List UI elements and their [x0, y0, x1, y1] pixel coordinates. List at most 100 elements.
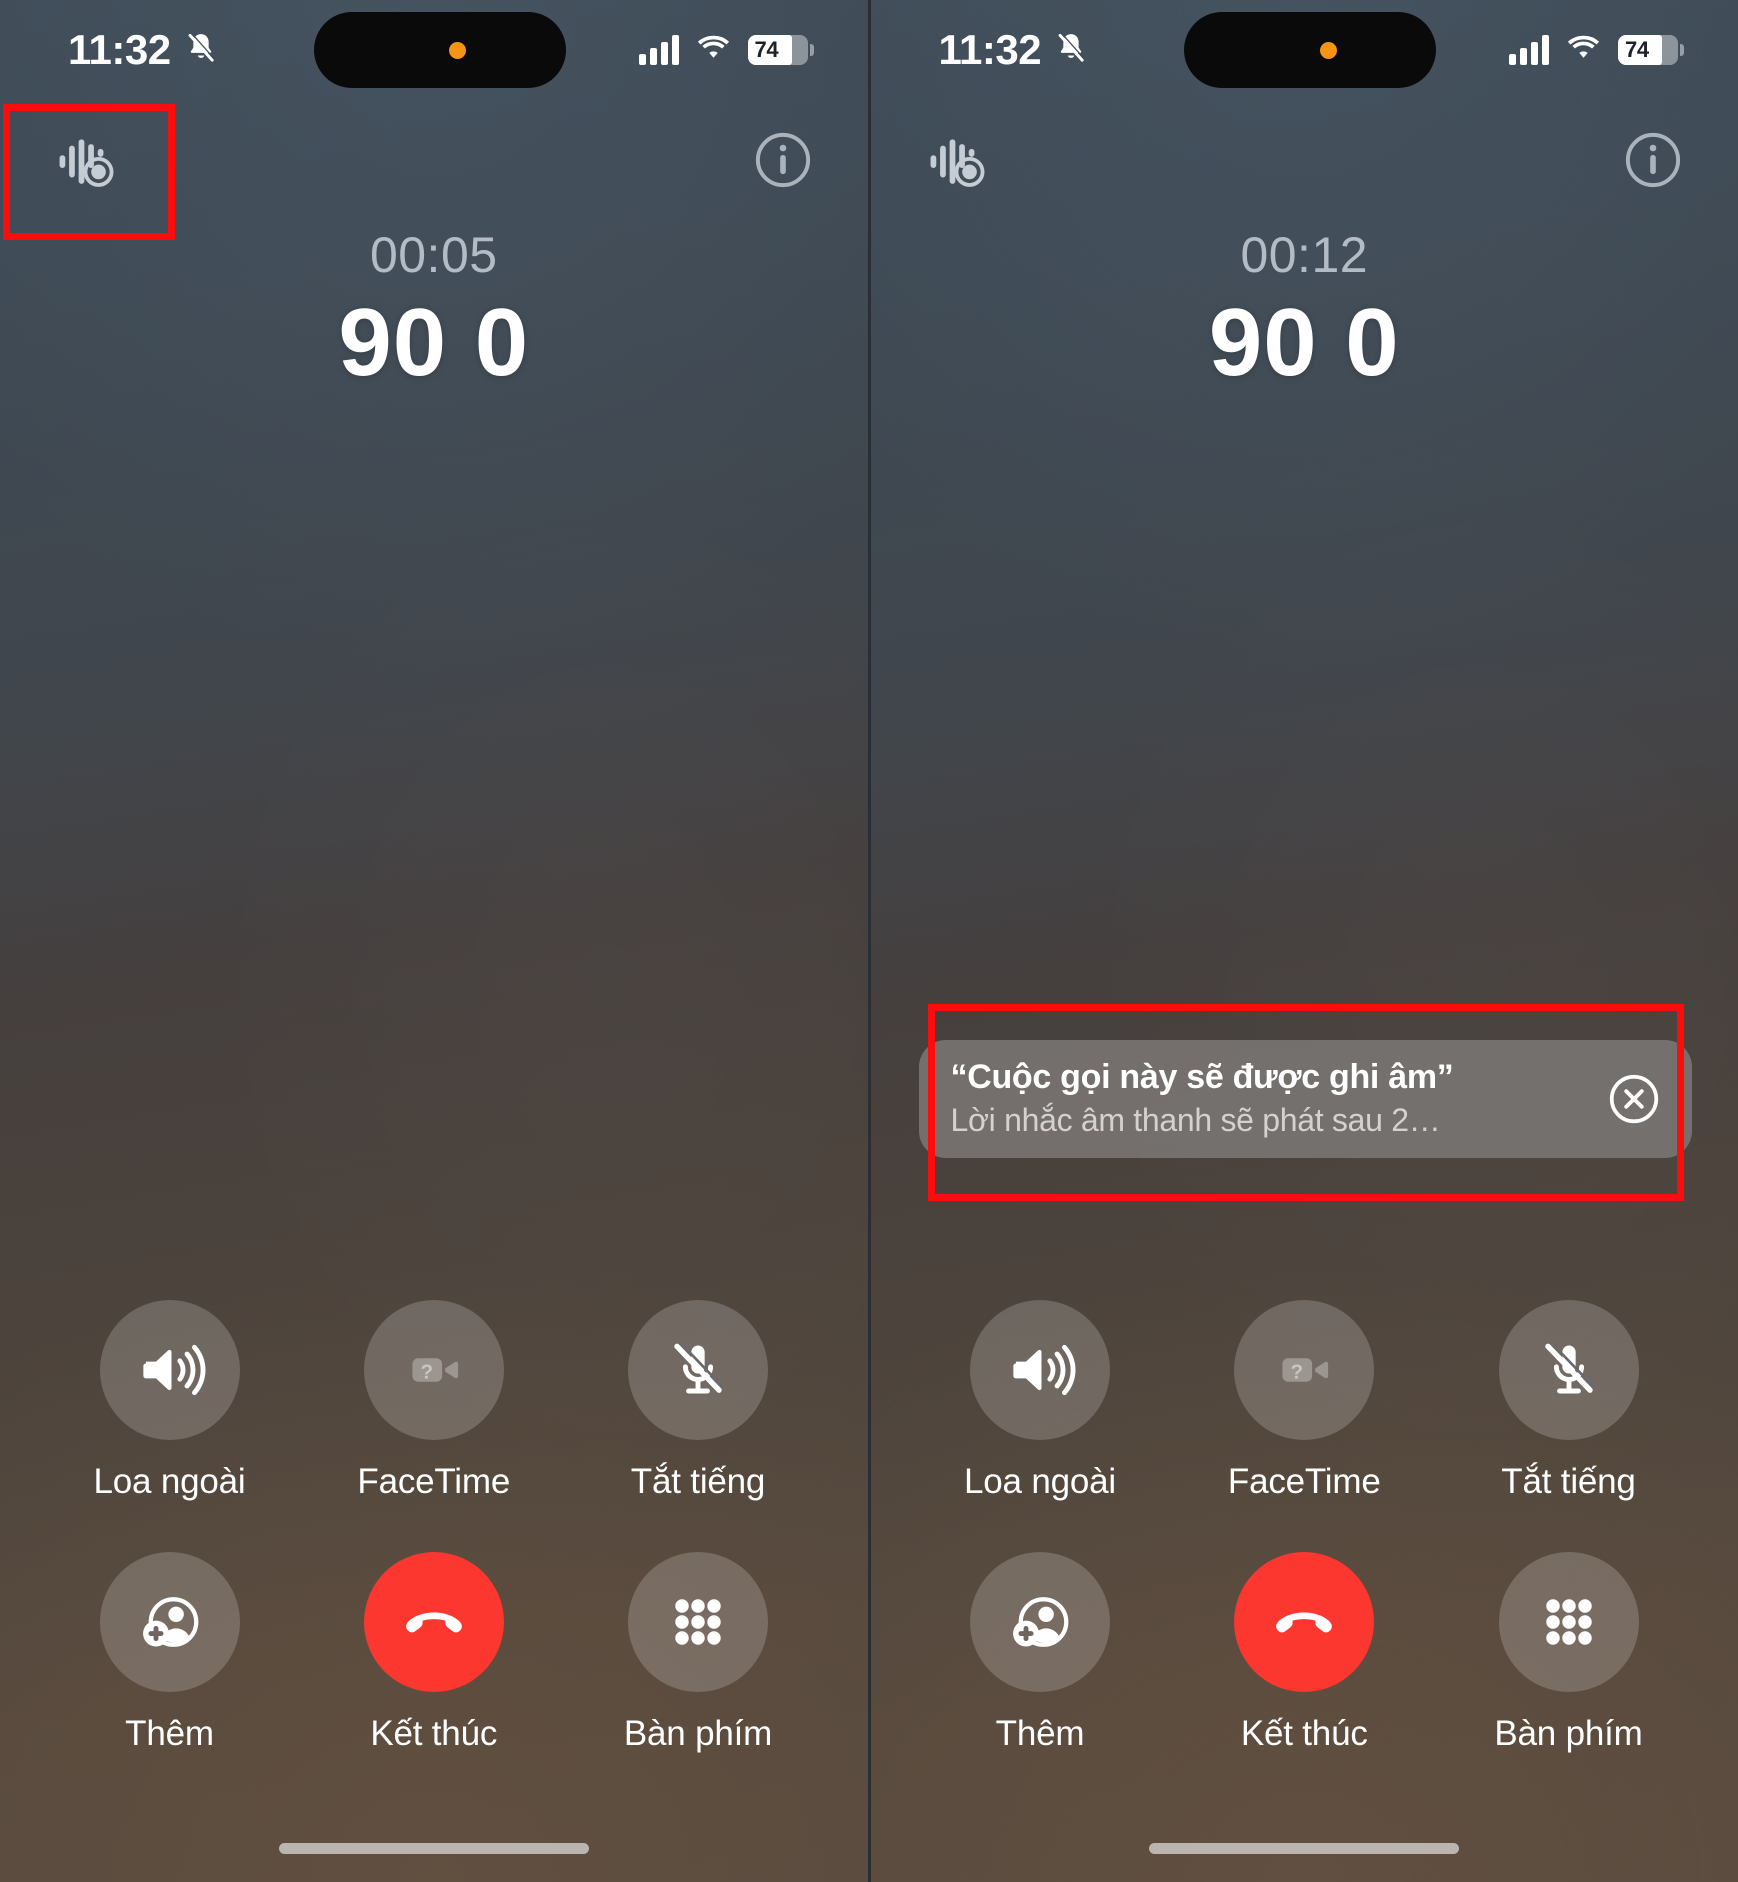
- facetime-video-unavailable-icon: ?: [412, 1358, 458, 1383]
- recording-announcement-toast[interactable]: “Cuộc gọi này sẽ được ghi âm” Lời nhắc â…: [918, 1040, 1692, 1158]
- speaker-button-circle[interactable]: [99, 1300, 240, 1440]
- speaker-waves-icon: [1013, 1344, 1076, 1396]
- add-contact-button-label: Thêm: [995, 1714, 1085, 1753]
- battery-indicator: 74: [1618, 35, 1684, 65]
- mute-button[interactable]: Tắt tiếng: [1461, 1300, 1676, 1502]
- mute-button-label: Tắt tiếng: [1501, 1462, 1636, 1501]
- bell-slash-icon: [184, 31, 218, 70]
- facetime-button-circle[interactable]: ?: [1234, 1300, 1375, 1440]
- home-indicator[interactable]: [278, 1843, 589, 1854]
- facetime-video-unavailable-icon: ?: [1282, 1358, 1329, 1383]
- add-contact-button-label: Thêm: [125, 1714, 214, 1753]
- cellular-signal-icon: [1509, 35, 1549, 65]
- end-call-button[interactable]: Kết thúc: [326, 1552, 541, 1754]
- keypad-button-circle[interactable]: [628, 1552, 768, 1692]
- status-time: 11:32: [938, 26, 1042, 73]
- call-controls-row-1: Loa ngoài ? FaceTime Tắt tiếng: [62, 1300, 806, 1502]
- call-controls-row-2: Thêm Kết thúc Bàn phím: [62, 1552, 806, 1754]
- battery-cap: [809, 44, 814, 56]
- battery-percent-label: 74: [754, 37, 779, 62]
- mute-button[interactable]: Tắt tiếng: [591, 1300, 806, 1502]
- dynamic-island: [313, 12, 566, 88]
- bell-slash-icon: [1054, 31, 1088, 70]
- keypad-button-circle[interactable]: [1498, 1552, 1639, 1692]
- status-time: 11:32: [68, 26, 171, 73]
- microphone-slash-icon: [1544, 1341, 1595, 1394]
- call-header-right: 00:12 90 0: [871, 228, 1738, 394]
- call-controls-row-2: Thêm Kết thúc Bàn phím: [933, 1552, 1677, 1754]
- end-call-button-circle[interactable]: [1234, 1552, 1375, 1692]
- call-top-row-right: [871, 108, 1738, 212]
- keypad-button[interactable]: Bàn phím: [1461, 1552, 1676, 1754]
- status-bar-left-group: 11:32: [909, 29, 1159, 71]
- toast-subtitle: Lời nhắc âm thanh sẽ phát sau 2…: [950, 1101, 1441, 1138]
- svg-text:?: ?: [420, 1360, 433, 1383]
- mute-button-label: Tắt tiếng: [630, 1462, 766, 1501]
- speaker-button[interactable]: Loa ngoài: [62, 1300, 277, 1502]
- call-duration: 00:05: [369, 227, 498, 283]
- cellular-signal-icon: [638, 35, 679, 65]
- facetime-button[interactable]: ? FaceTime: [1197, 1300, 1412, 1502]
- keypad-grid-icon: [1545, 1599, 1592, 1645]
- facetime-button[interactable]: ? FaceTime: [326, 1300, 541, 1502]
- microphone-slash-icon: [674, 1341, 724, 1394]
- info-circle-icon[interactable]: [1620, 127, 1686, 193]
- mute-button-circle[interactable]: [1498, 1300, 1639, 1440]
- status-bar-left-group: 11:32: [38, 29, 288, 71]
- recording-active-dot: [449, 41, 467, 59]
- end-call-button-label: Kết thúc: [370, 1714, 498, 1753]
- status-bar-right-group: 74: [588, 34, 830, 66]
- recording-active-dot: [1319, 41, 1337, 59]
- call-controls-row-1: Loa ngoài ? FaceTime Tắt tiếng: [933, 1300, 1677, 1502]
- keypad-button-label: Bàn phím: [623, 1714, 773, 1753]
- phone-screen-right: 11:32 74 00:12 90 0 “Cuộc gọi này sẽ đượ…: [870, 0, 1738, 1882]
- end-call-handset-icon: [1276, 1612, 1333, 1633]
- battery-cap: [1680, 44, 1684, 56]
- call-header-left: 00:05 90 0: [0, 228, 868, 394]
- add-contact-button[interactable]: Thêm: [62, 1552, 277, 1754]
- end-call-button[interactable]: Kết thúc: [1197, 1552, 1412, 1754]
- status-bar-right: 11:32 74: [871, 0, 1738, 100]
- battery-percent-label: 74: [1625, 37, 1649, 62]
- status-bar-left: 11:32 74: [0, 0, 868, 100]
- speaker-button-label: Loa ngoài: [964, 1462, 1116, 1501]
- speaker-waves-icon: [142, 1344, 205, 1396]
- call-phone-number: 90 0: [1208, 289, 1400, 396]
- add-contact-button-circle[interactable]: [970, 1552, 1110, 1692]
- facetime-button-circle[interactable]: ?: [363, 1300, 504, 1440]
- wifi-icon: [695, 34, 732, 66]
- speaker-button-label: Loa ngoài: [93, 1462, 246, 1501]
- mute-button-circle[interactable]: [628, 1300, 768, 1440]
- wifi-icon: [1565, 34, 1602, 66]
- end-call-handset-icon: [405, 1612, 462, 1633]
- end-call-button-label: Kết thúc: [1240, 1714, 1368, 1753]
- svg-text:?: ?: [1291, 1360, 1304, 1383]
- keypad-grid-icon: [675, 1599, 721, 1645]
- facetime-button-label: FaceTime: [357, 1462, 511, 1501]
- call-recording-waveform-icon[interactable]: [46, 121, 124, 199]
- dynamic-island: [1184, 12, 1437, 88]
- home-indicator[interactable]: [1149, 1843, 1460, 1854]
- toast-title: “Cuộc gọi này sẽ được ghi âm”: [950, 1058, 1454, 1097]
- end-call-button-circle[interactable]: [363, 1552, 504, 1692]
- toast-text-block: “Cuộc gọi này sẽ được ghi âm” Lời nhắc â…: [951, 1057, 1454, 1140]
- close-circle-icon[interactable]: [1606, 1071, 1662, 1127]
- call-top-row-left: [0, 108, 868, 212]
- keypad-button[interactable]: Bàn phím: [591, 1552, 806, 1754]
- screenshot-root: 11:32 74 00:05 90 0 Loa ngoài ? FaceTime…: [0, 0, 1738, 1882]
- call-recording-waveform-icon[interactable]: [917, 121, 995, 199]
- call-phone-number: 90 0: [338, 289, 530, 396]
- facetime-button-label: FaceTime: [1227, 1462, 1381, 1501]
- add-contact-button[interactable]: Thêm: [933, 1552, 1148, 1754]
- call-duration: 00:12: [1240, 227, 1369, 283]
- info-circle-icon[interactable]: [750, 127, 816, 193]
- speaker-button[interactable]: Loa ngoài: [933, 1300, 1148, 1502]
- add-contact-button-circle[interactable]: [99, 1552, 240, 1692]
- battery-indicator: 74: [747, 35, 814, 65]
- add-contact-icon: [142, 1597, 198, 1647]
- call-controls-left: Loa ngoài ? FaceTime Tắt tiếng Thêm Kết …: [0, 1300, 868, 1754]
- keypad-button-label: Bàn phím: [1494, 1714, 1643, 1753]
- speaker-button-circle[interactable]: [970, 1300, 1110, 1440]
- phone-screen-left: 11:32 74 00:05 90 0 Loa ngoài ? FaceTime…: [0, 0, 871, 1882]
- status-bar-right-group: 74: [1458, 34, 1700, 66]
